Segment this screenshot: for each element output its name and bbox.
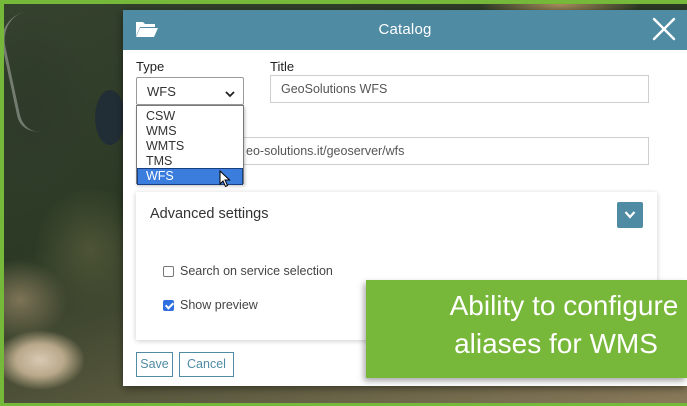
type-select-value: WFS (147, 84, 176, 99)
map-sea-area (95, 90, 125, 145)
chevron-down-icon (225, 86, 235, 101)
chevron-down-icon (624, 211, 636, 219)
close-icon[interactable] (651, 16, 677, 42)
show-preview-label: Show preview (180, 298, 258, 312)
title-input[interactable]: GeoSolutions WFS (270, 75, 649, 103)
option-wmts[interactable]: WMTS (138, 139, 242, 154)
url-input[interactable]: eo-solutions.it/geoserver/wfs (235, 137, 649, 165)
type-label: Type (136, 59, 165, 74)
dialog-title: Catalog (378, 21, 432, 38)
show-preview-checkbox[interactable] (163, 300, 174, 311)
frame-border-top (0, 0, 687, 4)
map-coastline (0, 4, 83, 136)
type-select[interactable]: WFS (136, 77, 244, 105)
save-button[interactable]: Save (136, 352, 173, 377)
option-wms[interactable]: WMS (138, 124, 242, 139)
banner-line-1: Ability to configure (449, 290, 679, 321)
search-on-selection-option[interactable]: Search on service selection (163, 264, 333, 278)
search-on-selection-label: Search on service selection (180, 264, 333, 278)
cancel-button[interactable]: Cancel (179, 352, 234, 377)
search-on-selection-checkbox[interactable] (163, 266, 174, 277)
dialog-header: Catalog (123, 10, 687, 50)
banner-line-2: aliases for WMS (454, 328, 658, 359)
option-tms[interactable]: TMS (138, 154, 242, 169)
frame-border-left (0, 0, 4, 406)
advanced-settings-toggle[interactable] (617, 202, 643, 228)
option-csw[interactable]: CSW (138, 109, 242, 124)
feature-caption-banner: Ability to configure aliases for WMS (366, 280, 687, 378)
mouse-pointer-icon (219, 169, 231, 193)
title-label: Title (270, 59, 295, 74)
show-preview-option[interactable]: Show preview (163, 298, 258, 312)
advanced-settings-heading: Advanced settings (150, 206, 269, 222)
